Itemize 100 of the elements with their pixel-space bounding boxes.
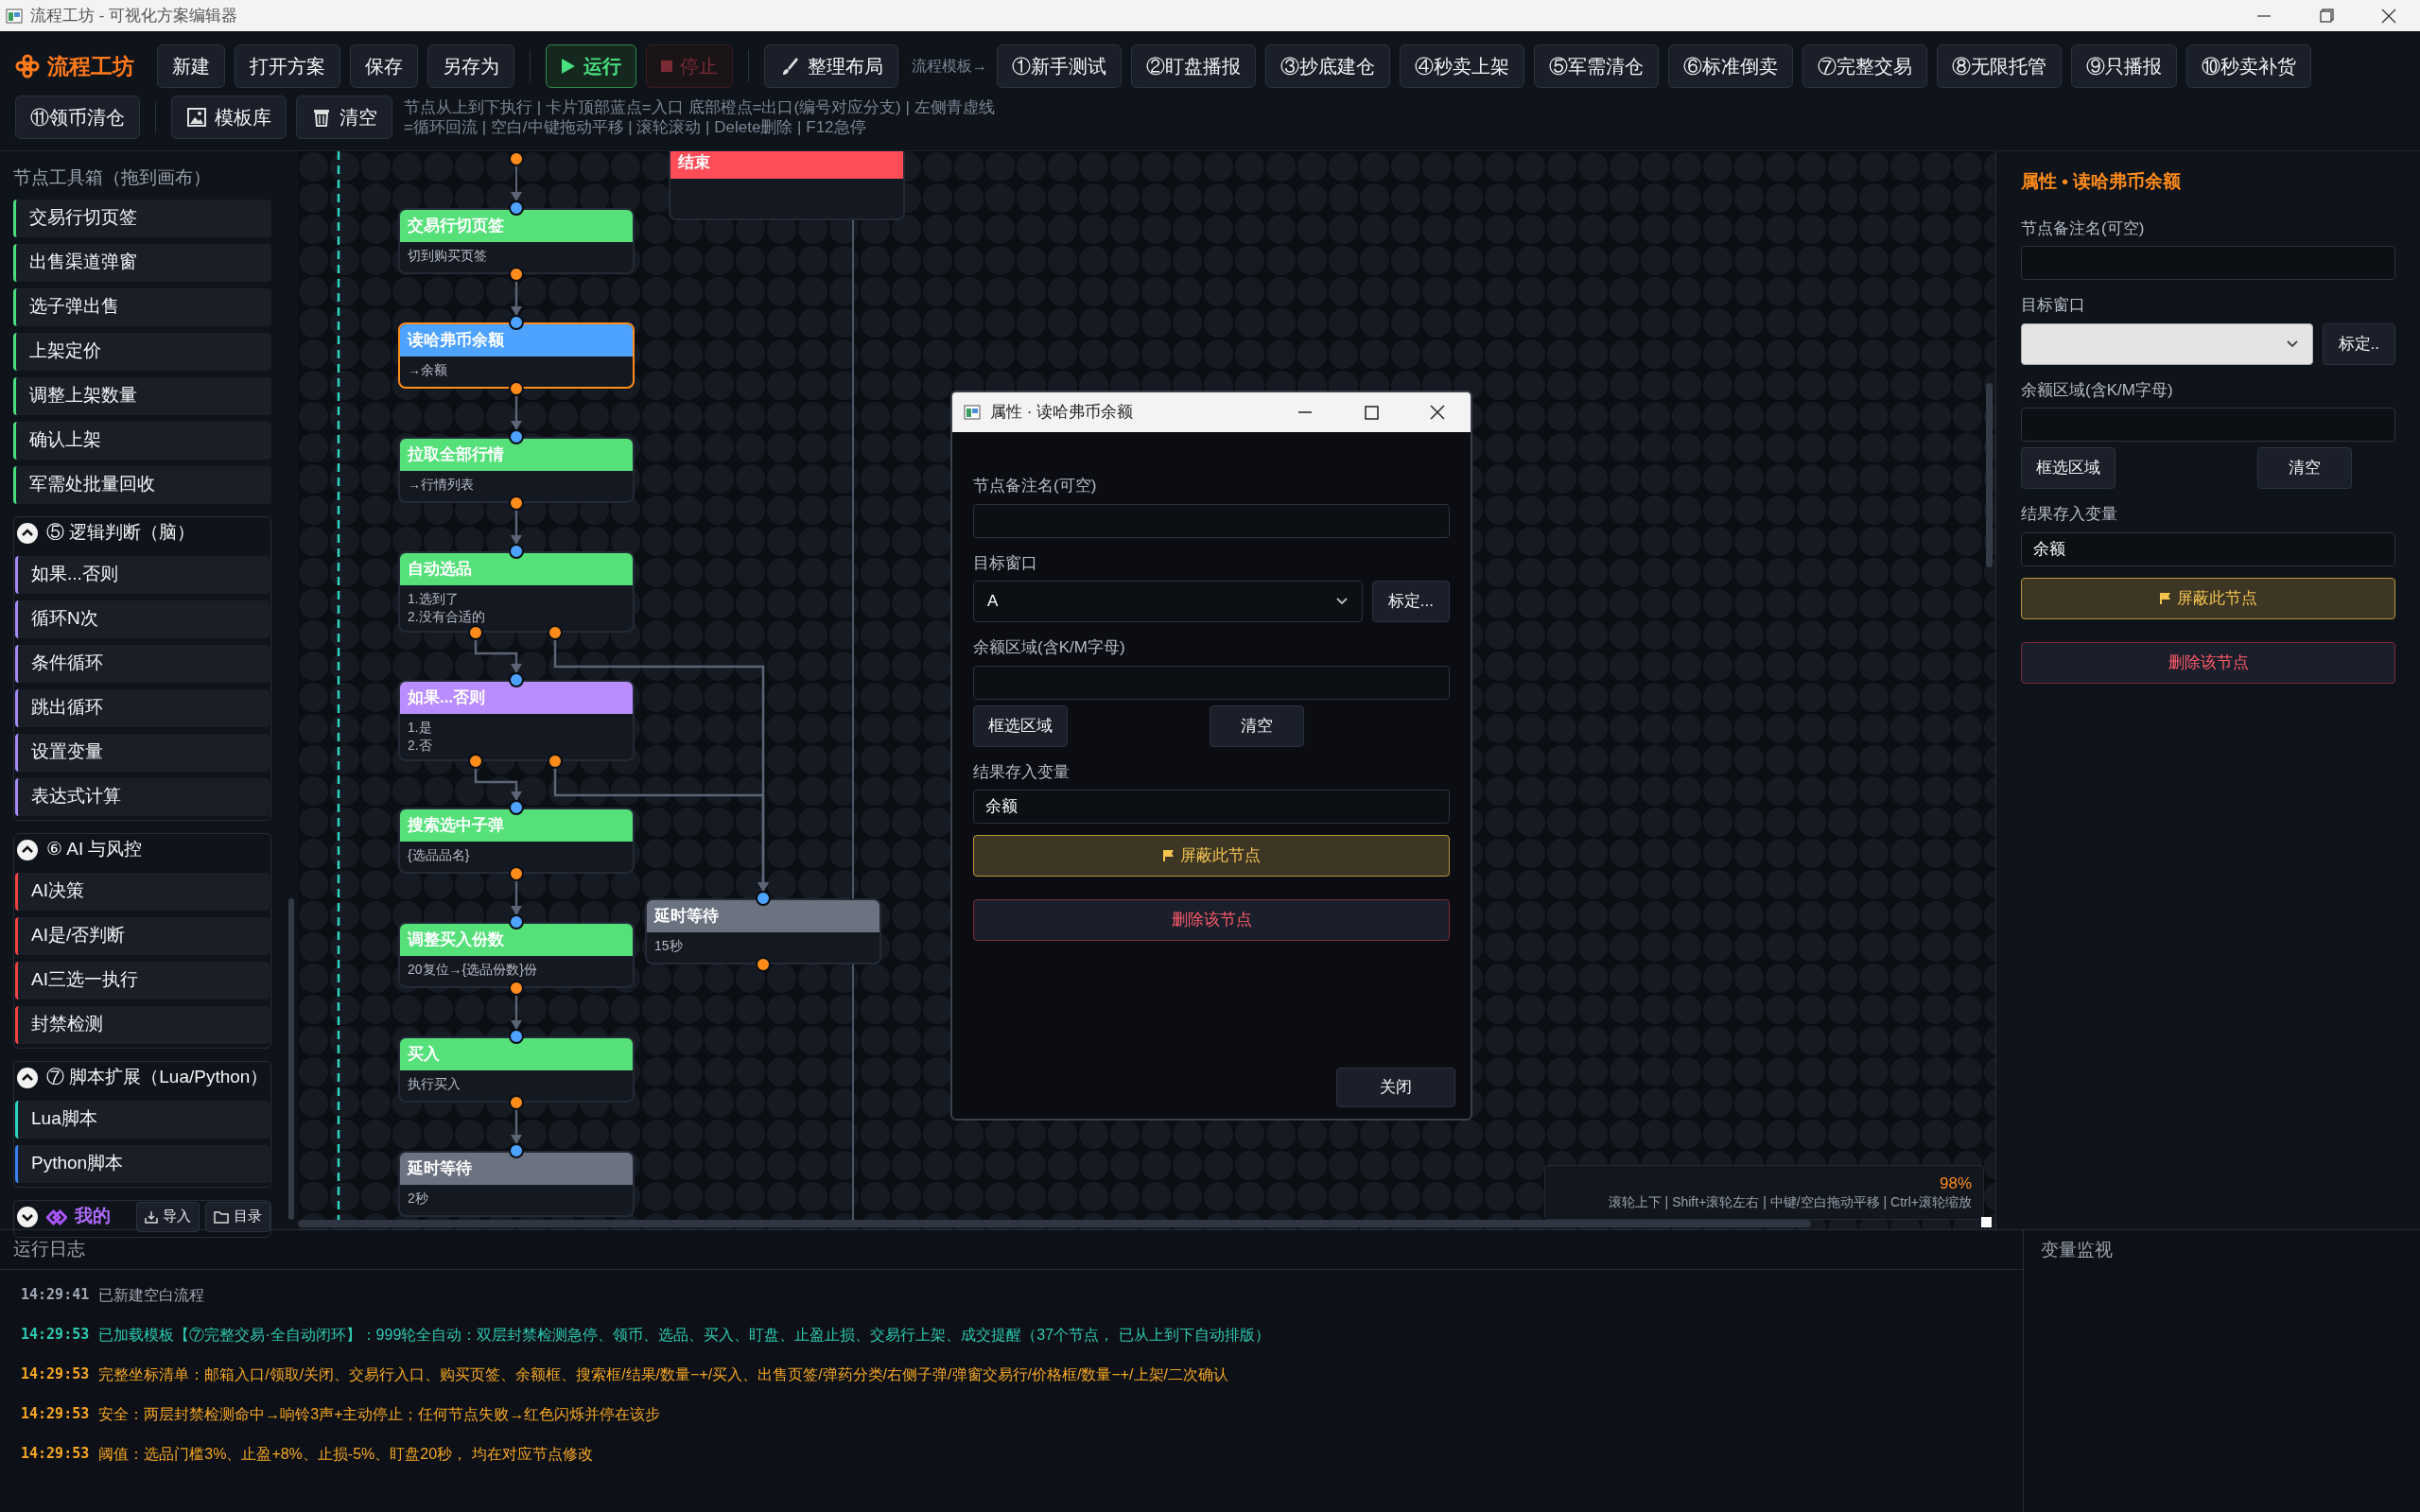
input-field[interactable] [973, 665, 1450, 700]
node-title: 延时等待 [647, 900, 879, 932]
select-region-button[interactable]: 框选区域 [973, 704, 1068, 747]
toolbar-button[interactable]: 另存为 [427, 44, 514, 88]
toolbox-item[interactable]: 跳出循环 [15, 688, 270, 727]
chevron-down-icon [2285, 339, 2299, 349]
toolbox-item[interactable]: 封禁检测 [15, 1005, 270, 1044]
directory-button[interactable]: 目录 [205, 1201, 270, 1232]
window-dropdown[interactable] [2021, 322, 2313, 365]
node-card[interactable]: 搜索选中子弹 {选品品名} [398, 808, 635, 874]
delete-node-button[interactable]: 删除该节点 [973, 899, 1450, 941]
field-label: 节点备注名(可空) [2021, 217, 2146, 239]
group-header[interactable]: ⑤ 逻辑判断（脑） [14, 516, 270, 549]
input-field[interactable] [2021, 246, 2395, 280]
minimize-icon [2257, 14, 2271, 17]
template-button[interactable]: ⑩秒卖补货 [2186, 44, 2311, 88]
template-button[interactable]: ⑥标准倒卖 [1668, 44, 1793, 88]
disable-node-button[interactable]: 屏蔽此节点 [2021, 577, 2395, 619]
panel-title: 变量监视 [2040, 1238, 2114, 1261]
toolbox-item[interactable]: Python脚本 [15, 1144, 270, 1183]
toolbox-item[interactable]: 交易行切页签 [13, 199, 271, 237]
delete-node-button[interactable]: 删除该节点 [2021, 641, 2395, 684]
node-card[interactable]: 读哈弗币余额 →余额 [398, 322, 635, 389]
node-title: 交易行切页签 [400, 210, 633, 242]
toolbox-item[interactable]: AI三选一执行 [15, 961, 270, 999]
flag-icon [2159, 591, 2171, 605]
node-detail: 20复位→{选品份数}份 [408, 961, 538, 979]
input-field[interactable]: 余额 [2021, 531, 2395, 566]
toolbox-item[interactable]: 条件循环 [15, 644, 270, 683]
scrollbar[interactable] [288, 898, 294, 1220]
zoom-hint: 滚轮上下 | Shift+滚轮左右 | 中键/空白拖动平移 | Ctrl+滚轮缩放 [1608, 1193, 1972, 1210]
select-region-button[interactable]: 框选区域 [2021, 447, 2115, 489]
node-card[interactable]: 买入 执行买入 [398, 1036, 635, 1103]
toolbox-item[interactable]: 调整上架数量 [13, 376, 271, 415]
template-button[interactable]: ①新手测试 [997, 44, 1122, 88]
clear-button[interactable]: 清空 [1210, 704, 1304, 747]
toolbox-item[interactable]: 表达式计算 [15, 777, 270, 816]
toolbox-item[interactable]: 循环N次 [15, 600, 270, 638]
input-field[interactable]: 余额 [973, 790, 1450, 824]
node-card[interactable]: 调整买入份数 20复位→{选品份数}份 [398, 922, 635, 988]
log-time: 14:29:41 [21, 1285, 90, 1305]
node-card[interactable]: 延时等待 15秒 [645, 898, 881, 965]
disable-node-button[interactable]: 屏蔽此节点 [973, 835, 1450, 877]
window-dropdown[interactable]: A [973, 581, 1363, 622]
app-icon [964, 405, 981, 420]
group-header[interactable]: 我的 导入 目录 [14, 1200, 270, 1233]
picture-icon [186, 107, 207, 128]
toolbox-item[interactable]: 军需处批量回收 [13, 465, 271, 504]
zoom-level: 98% [1939, 1174, 1972, 1193]
input-field[interactable] [2021, 408, 2395, 442]
node-detail: 2.没有合适的 [408, 608, 486, 626]
close-button[interactable]: 关闭 [1336, 1068, 1455, 1107]
chevron-down-icon [1334, 597, 1349, 606]
clear-button[interactable]: 清空 [296, 96, 392, 139]
template-button[interactable]: ⑤军需清仓 [1534, 44, 1659, 88]
template-button[interactable]: ②盯盘播报 [1131, 44, 1256, 88]
import-button[interactable]: 导入 [136, 1201, 200, 1232]
node-card[interactable]: 交易行切页签 切到购买页签 [398, 208, 635, 274]
toolbar-button[interactable]: 新建 [157, 44, 225, 88]
template-button[interactable]: ⑧无限托管 [1937, 44, 2062, 88]
toolbox-item[interactable]: 设置变量 [15, 733, 270, 772]
close-icon [2381, 8, 2396, 24]
toolbox-item[interactable]: 出售渠道弹窗 [13, 243, 271, 282]
toolbox-item[interactable]: 上架定价 [13, 332, 271, 371]
group-header[interactable]: ⑥ AI 与风控 [14, 833, 270, 866]
toolbox-item[interactable]: AI决策 [15, 872, 270, 911]
template-button[interactable]: ⑦完整交易 [1802, 44, 1927, 88]
layout-button[interactable]: 整理布局 [764, 44, 898, 88]
calibrate-button[interactable]: 标定... [1371, 581, 1450, 622]
template-library-button[interactable]: 模板库 [171, 96, 287, 139]
toolbox-item[interactable]: Lua脚本 [15, 1100, 270, 1138]
template-button[interactable]: ④秒卖上架 [1400, 44, 1524, 88]
node-card[interactable]: 自动选品 1.选到了 2.没有合适的 [398, 551, 635, 633]
input-field[interactable] [973, 503, 1450, 538]
clear-button[interactable]: 清空 [2257, 447, 2352, 489]
log-message: 安全：两层封禁检测命中→响铃3声+主动停止；任何节点失败→红色闪烁并停在该步 [98, 1405, 661, 1424]
run-button[interactable]: 运行 [546, 44, 636, 88]
template-button[interactable]: ③抄底建仓 [1265, 44, 1390, 88]
restore-icon [2319, 9, 2334, 23]
template-button[interactable]: ⑪领币清仓 [15, 96, 140, 139]
toolbox-item[interactable]: 确认上架 [13, 421, 271, 460]
group-header[interactable]: ⑦ 脚本扩展（Lua/Python） [14, 1061, 270, 1094]
node-card[interactable]: 如果...否则 1.是 2.否 [398, 680, 635, 761]
minimize-icon [1298, 411, 1312, 413]
node-title: 延时等待 [400, 1153, 633, 1185]
node-card[interactable]: 延时等待 2秒 [398, 1151, 635, 1217]
play-icon [561, 58, 576, 75]
calibrate-button[interactable]: 标定.. [2322, 322, 2395, 365]
toolbox-item[interactable]: AI是/否判断 [15, 916, 270, 955]
scrollbar[interactable] [298, 1220, 1811, 1227]
toolbox-item[interactable]: 选子弹出售 [13, 287, 271, 326]
node-card[interactable]: 拉取全部行情 →行情列表 [398, 437, 635, 503]
toolbox-item[interactable]: 如果...否则 [15, 555, 270, 594]
template-button[interactable]: ⑨只播报 [2071, 44, 2177, 88]
toolbar-button[interactable]: 保存 [350, 44, 418, 88]
scrollbar[interactable] [1986, 383, 1993, 567]
field-label: 余额区域(含K/M字母) [2021, 379, 2174, 401]
node-title: 自动选品 [400, 553, 633, 585]
panel-title: 运行日志 [0, 1230, 2023, 1270]
toolbar-button[interactable]: 打开方案 [235, 44, 340, 88]
